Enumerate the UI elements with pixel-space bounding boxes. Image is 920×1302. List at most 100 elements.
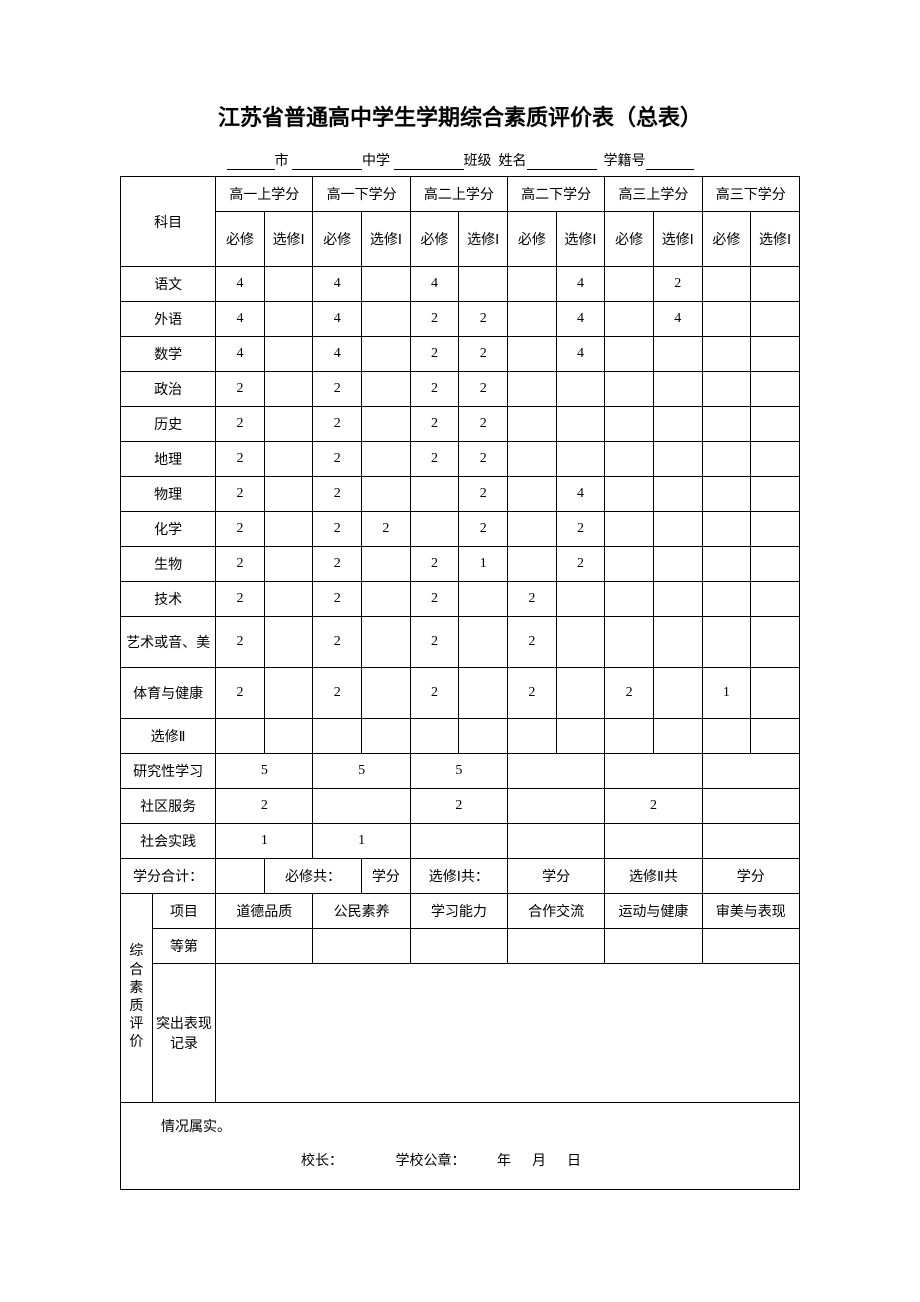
credit-cell[interactable]: [264, 267, 313, 302]
credit-cell[interactable]: [702, 442, 751, 477]
credit-cell[interactable]: [605, 442, 654, 477]
quality-cell[interactable]: [508, 929, 605, 964]
credit-cell[interactable]: [508, 267, 557, 302]
credit-cell[interactable]: [653, 617, 702, 668]
credit-cell[interactable]: [264, 512, 313, 547]
credit-cell[interactable]: [653, 547, 702, 582]
credit-cell[interactable]: [751, 547, 800, 582]
credit-cell[interactable]: 1: [459, 547, 508, 582]
credit-cell[interactable]: [264, 407, 313, 442]
credit-cell[interactable]: 2: [216, 668, 265, 719]
credit-cell[interactable]: 5: [313, 754, 410, 789]
credit-cell[interactable]: 2: [508, 668, 557, 719]
credit-cell[interactable]: [508, 824, 605, 859]
credit-cell[interactable]: [362, 617, 411, 668]
credit-cell[interactable]: [459, 267, 508, 302]
credit-cell[interactable]: [508, 407, 557, 442]
class-blank[interactable]: [394, 153, 464, 170]
credit-cell[interactable]: 4: [216, 267, 265, 302]
credit-cell[interactable]: [508, 302, 557, 337]
credit-cell[interactable]: 2: [459, 337, 508, 372]
credit-cell[interactable]: [653, 582, 702, 617]
credit-cell[interactable]: [605, 337, 654, 372]
credit-cell[interactable]: [410, 824, 507, 859]
credit-cell[interactable]: 1: [313, 824, 410, 859]
credit-cell[interactable]: [751, 407, 800, 442]
credit-cell[interactable]: [556, 372, 605, 407]
credit-cell[interactable]: [653, 512, 702, 547]
credit-cell[interactable]: [751, 337, 800, 372]
credit-cell[interactable]: 2: [313, 512, 362, 547]
credit-cell[interactable]: [362, 477, 411, 512]
credit-cell[interactable]: [605, 719, 654, 754]
credit-cell[interactable]: [605, 754, 702, 789]
credit-cell[interactable]: [459, 582, 508, 617]
credit-cell[interactable]: 2: [410, 407, 459, 442]
credit-cell[interactable]: [264, 617, 313, 668]
credit-cell[interactable]: [751, 668, 800, 719]
credit-cell[interactable]: 2: [459, 477, 508, 512]
credit-cell[interactable]: [653, 337, 702, 372]
credit-cell[interactable]: [410, 477, 459, 512]
quality-cell[interactable]: [605, 929, 702, 964]
credit-cell[interactable]: [362, 372, 411, 407]
credit-cell[interactable]: 4: [556, 477, 605, 512]
credit-cell[interactable]: [751, 582, 800, 617]
credit-cell[interactable]: [751, 267, 800, 302]
credit-cell[interactable]: 2: [459, 372, 508, 407]
credit-cell[interactable]: 2: [313, 372, 362, 407]
credit-cell[interactable]: [702, 754, 799, 789]
credit-cell[interactable]: 2: [410, 547, 459, 582]
credit-cell[interactable]: 2: [362, 512, 411, 547]
credit-cell[interactable]: [508, 512, 557, 547]
credit-cell[interactable]: [313, 719, 362, 754]
credit-cell[interactable]: [410, 512, 459, 547]
credit-cell[interactable]: 2: [556, 547, 605, 582]
credit-cell[interactable]: 4: [313, 337, 362, 372]
credit-cell[interactable]: 4: [410, 267, 459, 302]
credit-cell[interactable]: [556, 582, 605, 617]
credit-cell[interactable]: 2: [313, 547, 362, 582]
credit-cell[interactable]: [556, 407, 605, 442]
credit-cell[interactable]: 4: [216, 337, 265, 372]
credit-cell[interactable]: 1: [702, 668, 751, 719]
credit-cell[interactable]: 2: [459, 442, 508, 477]
credit-cell[interactable]: 2: [410, 337, 459, 372]
total-blank[interactable]: [216, 859, 265, 894]
credit-cell[interactable]: 2: [459, 407, 508, 442]
credit-cell[interactable]: [556, 617, 605, 668]
credit-cell[interactable]: 2: [605, 668, 654, 719]
credit-cell[interactable]: 4: [556, 302, 605, 337]
credit-cell[interactable]: [459, 719, 508, 754]
city-blank[interactable]: [227, 153, 275, 170]
credit-cell[interactable]: [362, 719, 411, 754]
credit-cell[interactable]: [459, 617, 508, 668]
credit-cell[interactable]: [508, 719, 557, 754]
credit-cell[interactable]: [653, 442, 702, 477]
credit-cell[interactable]: [702, 407, 751, 442]
credit-cell[interactable]: 4: [556, 267, 605, 302]
credit-cell[interactable]: 2: [459, 302, 508, 337]
credit-cell[interactable]: 2: [216, 582, 265, 617]
credit-cell[interactable]: 2: [508, 617, 557, 668]
credit-cell[interactable]: [605, 372, 654, 407]
credit-cell[interactable]: [264, 668, 313, 719]
credit-cell[interactable]: 2: [313, 477, 362, 512]
credit-cell[interactable]: [653, 719, 702, 754]
credit-cell[interactable]: [702, 302, 751, 337]
credit-cell[interactable]: 2: [410, 668, 459, 719]
credit-cell[interactable]: 2: [216, 617, 265, 668]
quality-cell[interactable]: [410, 929, 507, 964]
credit-cell[interactable]: [653, 372, 702, 407]
credit-cell[interactable]: 2: [216, 442, 265, 477]
credit-cell[interactable]: [605, 824, 702, 859]
school-blank[interactable]: [292, 153, 362, 170]
credit-cell[interactable]: [702, 582, 751, 617]
stuno-blank[interactable]: [646, 153, 694, 170]
credit-cell[interactable]: 4: [653, 302, 702, 337]
credit-cell[interactable]: [653, 407, 702, 442]
credit-cell[interactable]: [702, 719, 751, 754]
quality-record-cell[interactable]: [216, 964, 800, 1103]
credit-cell[interactable]: [556, 442, 605, 477]
credit-cell[interactable]: [410, 719, 459, 754]
